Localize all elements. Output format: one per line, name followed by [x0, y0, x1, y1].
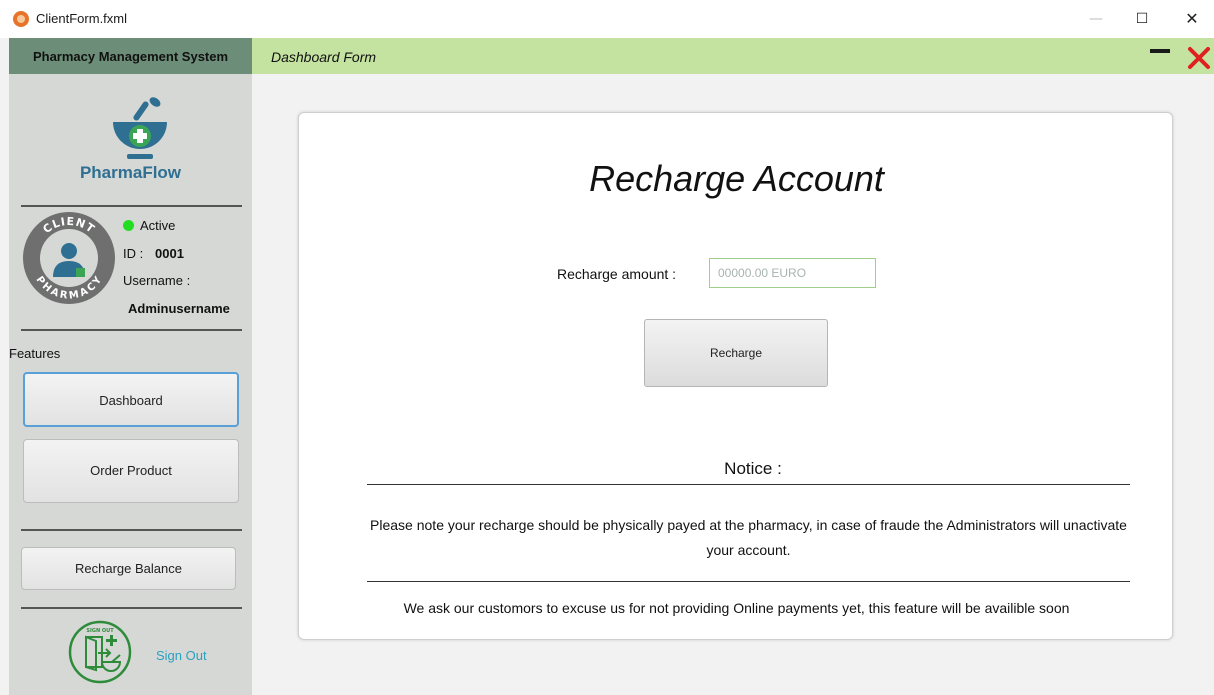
sidebar: PharmaFlow CLIENT PHARMACY Active ID : 0… — [9, 74, 252, 695]
page-title: Recharge Account — [589, 158, 884, 199]
recharge-button[interactable]: Recharge — [644, 319, 828, 387]
id-label: ID : — [123, 246, 144, 261]
form-title: Dashboard Form — [271, 49, 377, 65]
status-text: Active — [140, 218, 176, 233]
minimize-icon[interactable] — [1150, 49, 1170, 53]
sign-out-icon[interactable]: SIGN OUT — [68, 620, 132, 684]
app-icon — [13, 11, 29, 27]
dashboard-button[interactable]: Dashboard — [23, 372, 239, 427]
window-titlebar: ClientForm.fxml — ☐ ✕ — [0, 0, 1214, 38]
username-label: Username : — [123, 273, 191, 288]
close-icon[interactable] — [1186, 45, 1212, 71]
sign-out-link[interactable]: Sign Out — [156, 648, 207, 663]
window-close-icon[interactable]: ✕ — [1172, 6, 1212, 32]
divider — [21, 607, 242, 609]
divider — [21, 529, 242, 531]
username-value: Adminusername — [128, 301, 230, 316]
recharge-amount-label: Recharge amount : — [557, 266, 677, 282]
footer-note: We ask our customors to excuse us for no… — [403, 600, 1070, 616]
features-label: Features — [9, 346, 61, 361]
recharge-card: Recharge Account Recharge amount : Recha… — [298, 112, 1173, 640]
main-header: Dashboard Form — [252, 38, 1214, 74]
sign-out-badge-text: SIGN OUT — [86, 628, 114, 634]
divider — [21, 329, 242, 331]
notice-title: Notice : — [724, 459, 782, 478]
sidebar-header-title: Pharmacy Management System — [9, 38, 252, 74]
divider — [367, 484, 1130, 485]
divider — [21, 205, 242, 207]
window-maximize-icon[interactable]: ☐ — [1122, 6, 1162, 32]
app-window: ClientForm.fxml — ☐ ✕ Pharmacy Managemen… — [0, 0, 1214, 695]
status-dot-icon — [123, 220, 134, 231]
divider — [367, 581, 1130, 582]
id-value: 0001 — [155, 246, 184, 261]
mortar-pestle-logo-icon — [113, 97, 167, 159]
notice-text: Please note your recharge should be phys… — [370, 517, 1127, 558]
recharge-amount-input[interactable] — [709, 258, 876, 288]
window-title: ClientForm.fxml — [36, 11, 128, 26]
client-pharmacy-badge-icon: CLIENT PHARMACY — [23, 212, 115, 304]
order-product-button[interactable]: Order Product — [23, 439, 239, 503]
recharge-balance-button[interactable]: Recharge Balance — [21, 547, 236, 590]
brand-name: PharmaFlow — [79, 163, 182, 182]
window-minimize-icon[interactable]: — — [1076, 6, 1116, 32]
